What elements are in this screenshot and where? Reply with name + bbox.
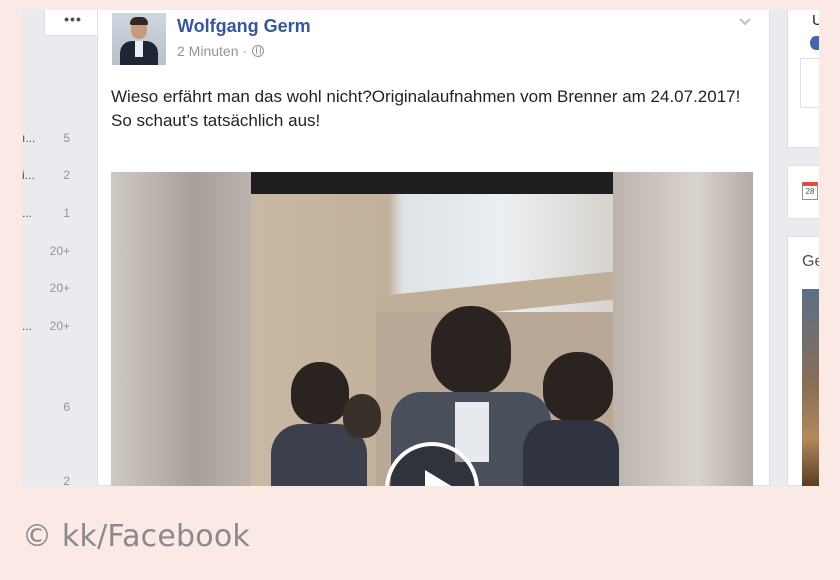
suggested-thumbnail[interactable] — [802, 289, 819, 486]
sidebar-row[interactable]: 2 — [22, 474, 80, 486]
sidebar-row[interactable]: ... 1 — [22, 206, 80, 222]
post-text-line: Wieso erfährt man das wohl nicht?Origina… — [111, 87, 741, 106]
post-text: Wieso erfährt man das wohl nicht?Origina… — [111, 85, 751, 133]
left-sidebar: ••• ı... 5 i... 2 ... 1 20+ 20+ ... 20+ … — [22, 10, 102, 486]
sidebar-item-count: 2 — [63, 168, 70, 182]
sidebar-item-count: 20+ — [49, 319, 70, 333]
sidebar-row[interactable]: ı... 5 — [22, 131, 80, 147]
sidebar-item-label: ı... — [22, 131, 36, 145]
sidebar-item-count: 5 — [63, 131, 70, 145]
chevron-down-icon[interactable] — [738, 15, 752, 29]
post-meta: 2 Minuten · — [177, 43, 265, 59]
meta-separator: · — [242, 43, 248, 59]
calendar-icon: 28 — [802, 182, 818, 200]
video-player[interactable] — [111, 172, 753, 486]
post-timestamp[interactable]: 2 Minuten — [177, 43, 238, 59]
events-card[interactable]: 28 — [787, 165, 819, 219]
sidebar-item-label: ... — [22, 206, 33, 220]
avatar-hair — [130, 17, 148, 25]
video-blurred-right — [613, 172, 753, 486]
feed-post: Wolfgang Germ 2 Minuten · Wieso erfährt … — [97, 10, 770, 486]
sidebar-item-label: ... — [22, 319, 33, 333]
sidebar-item-count: 20+ — [49, 244, 70, 258]
sidebar-row[interactable]: 20+ — [22, 281, 80, 297]
video-roof — [251, 172, 613, 194]
video-blurred-left — [111, 172, 251, 486]
suggested-card-title: Ge — [802, 253, 819, 270]
right-column: U 28 Ge — [787, 10, 819, 486]
facebook-icon — [810, 36, 819, 50]
more-options-button[interactable]: ••• — [44, 10, 102, 36]
photo-credit: © kk/Facebook — [22, 519, 250, 554]
avatar[interactable] — [112, 13, 166, 65]
sidebar-row[interactable]: 6 — [22, 400, 80, 416]
author-name-link[interactable]: Wolfgang Germ — [177, 16, 311, 37]
globe-icon[interactable] — [252, 45, 265, 57]
avatar-shirt — [135, 41, 143, 57]
sidebar-item-count: 6 — [63, 400, 70, 414]
post-text-line: So schaut's tatsächlich aus! — [111, 111, 321, 130]
sidebar-item-count: 2 — [63, 474, 70, 486]
right-card-box — [800, 58, 819, 108]
sidebar-item-label: i... — [22, 168, 35, 182]
facebook-screenshot: ••• ı... 5 i... 2 ... 1 20+ 20+ ... 20+ … — [22, 10, 819, 486]
sidebar-row[interactable]: i... 2 — [22, 168, 80, 184]
suggested-card: Ge — [787, 236, 819, 486]
sidebar-item-count: 20+ — [49, 281, 70, 295]
sidebar-row[interactable]: ... 20+ — [22, 319, 80, 335]
right-card-text: U — [812, 12, 819, 29]
right-card: U — [787, 10, 819, 148]
sidebar-row[interactable]: 20+ — [22, 244, 80, 260]
sidebar-item-count: 1 — [63, 206, 70, 220]
